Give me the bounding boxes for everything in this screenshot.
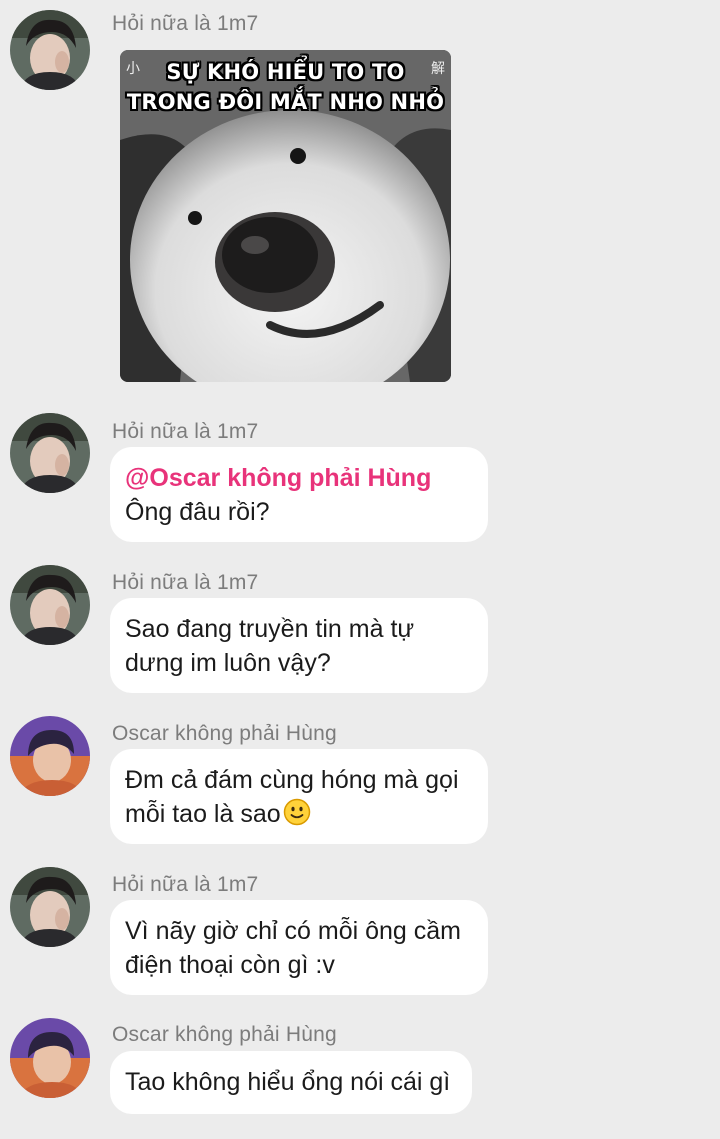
message-text: dưng im luôn vậy? [125, 649, 331, 677]
message-bubble[interactable]: Sao đang truyền tin mà tự dưng im luôn v… [110, 598, 488, 693]
avatar-hoi-nua-la-1m7[interactable] [10, 413, 90, 493]
meme-image[interactable]: 小 解 SỰ KHÓ HIỂU TO TO TRONG ĐÔI MẮT NHO … [120, 50, 451, 382]
avatar-hoi-nua-la-1m7[interactable] [10, 10, 90, 90]
message-text: Đm cả đám cùng hóng mà gọi [125, 766, 459, 794]
message-bubble[interactable]: Tao không hiểu ổng nói cái gì [110, 1051, 472, 1114]
avatar-oscar-khong-phai-hung[interactable] [10, 716, 90, 796]
sender-name: Oscar không phải Hùng [112, 722, 337, 745]
sender-name: Oscar không phải Hùng [112, 1023, 337, 1046]
message-bubble[interactable]: Vì nãy giờ chỉ có mỗi ông cầm điện thoại… [110, 900, 488, 995]
message-text: điện thoại còn gì :v [125, 951, 335, 979]
message-text: Tao không hiểu ổng nói cái gì [125, 1068, 451, 1096]
slightly-smiling-face-icon [283, 798, 310, 826]
meme-caption-line-2: TRONG ĐÔI MẮT NHO NHỎ [126, 90, 445, 114]
sender-name: Hỏi nữa là 1m7 [112, 571, 259, 594]
meme-caption-line-1: SỰ KHÓ HIỂU TO TO [166, 60, 405, 84]
mention-tag[interactable]: @Oscar không phải Hùng [125, 461, 472, 495]
chat-thread[interactable]: Hỏi nữa là 1m7 小 解 SỰ KHÓ HIỂU TO TO TRO… [0, 0, 720, 1139]
message-text: Vì nãy giờ chỉ có mỗi ông cầm [125, 917, 461, 945]
sender-name: Hỏi nữa là 1m7 [112, 420, 259, 443]
avatar-hoi-nua-la-1m7[interactable] [10, 867, 90, 947]
sender-name: Hỏi nữa là 1m7 [112, 12, 259, 35]
avatar-oscar-khong-phai-hung[interactable] [10, 1018, 90, 1098]
message-text: mỗi tao là sao [125, 800, 281, 828]
message-bubble[interactable]: Đm cả đám cùng hóng mà gọi mỗi tao là sa… [110, 749, 488, 844]
sender-name: Hỏi nữa là 1m7 [112, 873, 259, 896]
avatar-hoi-nua-la-1m7[interactable] [10, 565, 90, 645]
message-text: Ông đâu rồi? [125, 498, 270, 526]
message-bubble[interactable]: @Oscar không phải Hùng Ông đâu rồi? [110, 447, 488, 542]
message-text: Sao đang truyền tin mà tự [125, 615, 415, 643]
